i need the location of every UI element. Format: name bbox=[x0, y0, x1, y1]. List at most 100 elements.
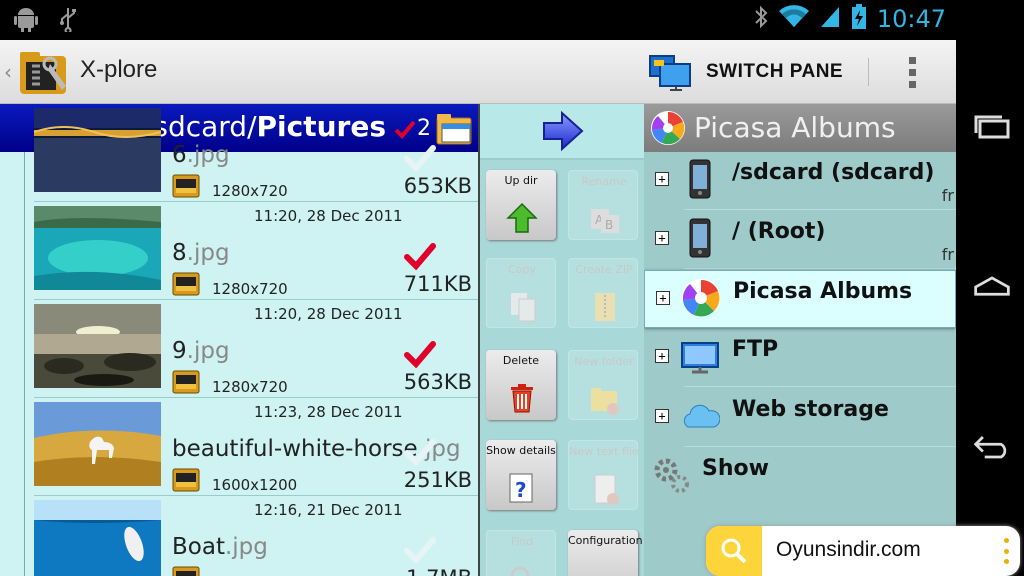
delete-button[interactable]: Delete bbox=[486, 350, 556, 420]
new-folder-button[interactable]: New folder bbox=[568, 350, 638, 420]
watermark-text: Oyunsindir.com bbox=[776, 538, 921, 561]
switch-pane-button[interactable]: SWITCH PANE bbox=[648, 52, 843, 92]
overflow-dot-icon bbox=[908, 68, 916, 76]
file-name: 9.jpg bbox=[172, 338, 230, 364]
expand-icon[interactable]: + bbox=[655, 409, 669, 423]
signal-icon bbox=[819, 5, 841, 33]
file-row[interactable]: 9.jpg 1280x720 563KB 11:23, 28 Dec 2011 bbox=[0, 300, 478, 421]
bluetooth-icon bbox=[753, 4, 769, 34]
navigation-bar bbox=[956, 0, 1024, 576]
expand-icon[interactable]: + bbox=[655, 349, 669, 363]
up-dir-button[interactable]: Up dir bbox=[486, 170, 556, 240]
image-thumbnail bbox=[34, 500, 161, 576]
recent-apps-icon bbox=[974, 115, 1010, 139]
phone-icon bbox=[680, 158, 720, 200]
toolbar-button-label: Configuration bbox=[568, 534, 643, 547]
volume-item-root[interactable]: + / (Root) fr bbox=[644, 211, 956, 269]
toolbar-button-label: Rename bbox=[581, 175, 627, 188]
volume-divider bbox=[684, 446, 956, 447]
toolbar-button-label: Up dir bbox=[504, 174, 538, 187]
show-details-button[interactable]: Show details? bbox=[486, 440, 556, 510]
image-thumbnail bbox=[34, 402, 161, 486]
toolbar-button-label: Delete bbox=[502, 354, 540, 367]
file-size: 1.7MB bbox=[406, 566, 472, 576]
volume-name: / (Root) bbox=[732, 219, 826, 244]
rename-button[interactable]: Rename A B bbox=[568, 170, 638, 240]
home-icon bbox=[974, 276, 1010, 296]
home-button[interactable] bbox=[972, 270, 1012, 304]
svg-text:B: B bbox=[605, 218, 613, 232]
phone-icon bbox=[680, 217, 720, 259]
create-zip-button[interactable]: Create ZIP bbox=[568, 258, 638, 328]
new-text-file-button[interactable]: New text file bbox=[568, 440, 639, 510]
configuration-button[interactable]: Configuration bbox=[568, 530, 643, 576]
volume-free-label: fr bbox=[941, 245, 954, 264]
recent-apps-button[interactable] bbox=[972, 110, 1012, 144]
back-button[interactable] bbox=[972, 430, 1012, 464]
rename-icon: AB bbox=[589, 203, 621, 235]
toolbar-button-label: Find bbox=[510, 535, 534, 548]
up-arrow-icon bbox=[506, 202, 538, 234]
file-row[interactable]: 8.jpg 1280x720 711KB 11:20, 28 Dec 2011 bbox=[0, 202, 478, 323]
app-title: X-plore bbox=[80, 56, 158, 83]
volume-item-picasa-albums[interactable]: + Picasa Albums bbox=[644, 270, 956, 328]
volume-name: Web storage bbox=[732, 397, 889, 422]
find-button[interactable]: Find bbox=[486, 530, 556, 576]
copy-button[interactable]: Copy bbox=[486, 258, 556, 328]
android-icon bbox=[14, 6, 38, 36]
new-text-file-icon bbox=[589, 473, 621, 505]
details-icon: ? bbox=[506, 472, 538, 504]
switch-pane-label: SWITCH PANE bbox=[706, 61, 844, 82]
overflow-dot-icon bbox=[908, 56, 916, 64]
toolbar-button-label: Copy bbox=[508, 263, 536, 276]
toolbar-grid: Up dir Rename A B Copy Create ZIP Delete New fo… bbox=[480, 160, 644, 576]
file-name: 8.jpg bbox=[172, 240, 230, 266]
xplore-logo-icon[interactable] bbox=[18, 46, 70, 98]
gears-icon bbox=[652, 454, 692, 496]
volume-item-show[interactable]: Show bbox=[644, 448, 956, 506]
unchecked-mark-icon[interactable] bbox=[404, 438, 436, 467]
unchecked-mark-icon[interactable] bbox=[404, 144, 436, 173]
image-file-icon bbox=[172, 564, 200, 576]
zip-icon bbox=[589, 291, 621, 323]
file-size: 711KB bbox=[403, 272, 472, 296]
volume-name: Show bbox=[702, 456, 769, 481]
image-thumbnail bbox=[34, 304, 161, 388]
volume-free-label: fr bbox=[941, 186, 954, 205]
trash-icon bbox=[506, 382, 538, 414]
picasa-icon bbox=[681, 277, 721, 319]
file-row[interactable]: Boat.jpg 1.7MB bbox=[0, 496, 478, 576]
monitor-icon bbox=[680, 335, 720, 377]
volume-item-web-storage[interactable]: + Web storage bbox=[644, 389, 956, 447]
screen: 10:47 ‹ X-plore SWITCH PANE /sdcard/Pict… bbox=[0, 0, 1024, 576]
volume-item-sdcard-sdcard[interactable]: + /sdcard (sdcard) fr bbox=[644, 152, 956, 210]
toolbar-button-label: New folder bbox=[574, 355, 634, 368]
svg-text:?: ? bbox=[515, 478, 527, 502]
volume-item-ftp[interactable]: + FTP bbox=[644, 329, 956, 387]
right-pane-header[interactable]: Picasa Albums bbox=[644, 104, 956, 152]
toolbar-button-label: Show details bbox=[486, 444, 556, 457]
unchecked-mark-icon[interactable] bbox=[404, 536, 436, 565]
file-name: Boat.jpg bbox=[172, 534, 268, 560]
image-file-icon bbox=[172, 466, 200, 494]
copy-icon bbox=[507, 291, 539, 323]
volume-divider bbox=[684, 209, 956, 210]
checked-mark-icon[interactable] bbox=[404, 242, 436, 271]
new-folder-icon bbox=[589, 383, 621, 415]
overflow-menu-button[interactable] bbox=[902, 54, 922, 90]
file-row[interactable]: beautiful-white-horse.jpg 1600x1200 251KB 1… bbox=[0, 398, 478, 519]
left-pane[interactable]: /sdcard/Pictures 2 6.jpg 1280x720 653KB 11:… bbox=[0, 104, 478, 576]
copy-direction-button[interactable] bbox=[480, 104, 644, 158]
up-caret-icon[interactable]: ‹ bbox=[4, 60, 12, 84]
watermark-badge: Oyunsindir.com bbox=[706, 526, 1020, 576]
file-list[interactable]: 6.jpg 1280x720 653KB 11:20, 28 Dec 2011 8.jp… bbox=[0, 108, 478, 576]
file-row[interactable]: 6.jpg 1280x720 653KB 11:20, 28 Dec 2011 bbox=[0, 104, 478, 225]
cloud-icon bbox=[680, 395, 721, 437]
expand-icon[interactable]: + bbox=[655, 172, 669, 186]
file-name: 6.jpg bbox=[172, 142, 230, 168]
expand-icon[interactable]: + bbox=[655, 231, 669, 245]
expand-icon[interactable]: + bbox=[656, 291, 670, 305]
checked-mark-icon[interactable] bbox=[404, 340, 436, 369]
operations-toolbar: Up dir Rename A B Copy Create ZIP Delete New fo… bbox=[478, 104, 644, 576]
right-pane[interactable]: Picasa Albums + /sdcard (sdcard) fr + / (Roo… bbox=[644, 104, 956, 576]
